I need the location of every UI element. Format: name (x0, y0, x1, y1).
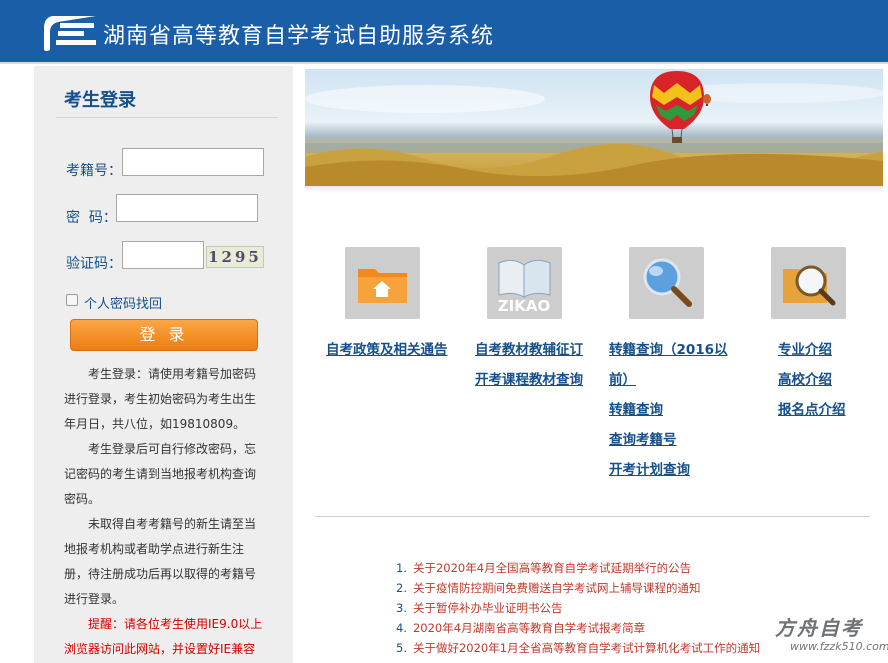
link-exam-plan-query[interactable]: 开考计划查询 (609, 458, 690, 478)
link-registration-point-intro[interactable]: 报名点介绍 (778, 398, 846, 418)
login-title: 考生登录 (64, 90, 136, 111)
link-transfer-query-2016[interactable]: 转籍查询（2016以 (609, 338, 728, 358)
textbook-card[interactable]: ZIKAO (487, 247, 562, 319)
zikao-text: ZIKAO (498, 297, 550, 315)
header-bar: 湖南省高等教育自学考试自助服务系统 (0, 0, 888, 64)
news-item[interactable]: 5. 关于做好2020年1月全省高等教育自学考试计算机化考试工作的通知 (396, 640, 760, 656)
magnifier-icon (643, 258, 692, 307)
login-title-divider (56, 117, 278, 118)
banner-image (305, 69, 883, 186)
section-divider (315, 516, 870, 517)
major-card[interactable] (771, 247, 846, 319)
link-transfer-query-2016-cont[interactable]: 前） (609, 368, 636, 388)
folder-search-icon (783, 265, 836, 306)
exam-number-label: 考籍号： (66, 163, 122, 179)
transfer-card[interactable] (629, 247, 704, 319)
news-item[interactable]: 4. 2020年4月湖南省高等教育自学考试报考简章 (396, 620, 645, 636)
login-notice-1: 考生登录：请使用考籍号加密码进行登录，考生初始密码为考生出生年月日，共八位，如1… (64, 367, 257, 431)
site-logo-icon (44, 16, 96, 51)
news-item[interactable]: 1. 关于2020年4月全国高等教育自学考试延期举行的公告 (396, 560, 691, 576)
password-label: 密 码： (66, 210, 117, 226)
folder-home-icon (358, 269, 407, 303)
hot-air-balloon-icon (305, 71, 883, 186)
link-course-textbook-query[interactable]: 开考课程教材查询 (475, 368, 583, 388)
recover-password-checkbox[interactable] (66, 294, 78, 306)
exam-number-input[interactable] (122, 148, 264, 176)
book-icon: ZIKAO (498, 259, 551, 315)
captcha-image[interactable]: 1295 (206, 246, 264, 268)
link-college-intro[interactable]: 高校介绍 (778, 368, 832, 388)
password-input[interactable] (116, 194, 258, 222)
recover-password-link[interactable]: 个人密码找回 (84, 293, 162, 312)
link-major-intro[interactable]: 专业介绍 (778, 338, 832, 358)
link-textbook-order[interactable]: 自考教材教辅征订 (475, 338, 583, 358)
site-title: 湖南省高等教育自学考试自助服务系统 (103, 24, 495, 49)
watermark-url: www.fzzk510.com (790, 640, 888, 653)
link-exam-number-query[interactable]: 查询考籍号 (609, 428, 677, 448)
link-policy-notices[interactable]: 自考政策及相关通告 (326, 338, 448, 358)
browser-reminder: 提醒：请各位考生使用IE9.0以上浏览器访问此网站，并设置好IE兼容 (64, 617, 263, 656)
login-notice-3: 未取得自考考籍号的新生请至当地报考机构或者助学点进行新生注册，待注册成功后再以取… (64, 517, 257, 606)
watermark-brand: 方舟自考 (775, 616, 863, 640)
captcha-input[interactable] (122, 241, 204, 269)
banner-shadow (305, 186, 883, 192)
policy-card[interactable] (345, 247, 420, 319)
login-button[interactable]: 登 录 (70, 319, 258, 351)
news-item[interactable]: 3. 关于暂停补办毕业证明书公告 (396, 600, 562, 616)
captcha-label: 验证码： (66, 256, 122, 272)
news-item[interactable]: 2. 关于疫情防控期间免费赠送自学考试网上辅导课程的通知 (396, 580, 700, 596)
login-notice-2: 考生登录后可自行修改密码，忘记密码的考生请到当地报考机构查询密码。 (64, 442, 257, 506)
login-panel: 考生登录 考籍号： 密 码： 验证码： 1295 个人密码找回 登 录 考生登录… (34, 66, 293, 663)
link-transfer-query[interactable]: 转籍查询 (609, 398, 663, 418)
